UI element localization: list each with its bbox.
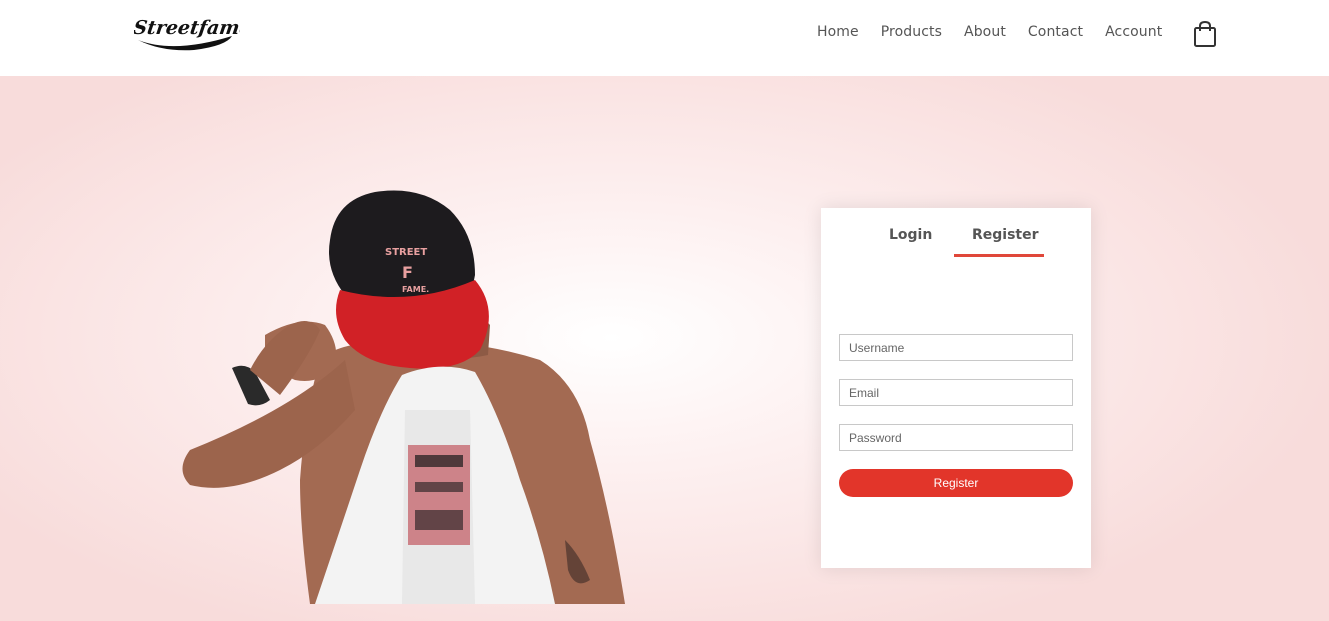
nav-contact[interactable]: Contact [1028, 24, 1083, 40]
svg-text:F: F [402, 263, 413, 282]
nav-account[interactable]: Account [1105, 24, 1162, 40]
site-header: Streetfame Home Products About Contact A… [0, 0, 1329, 76]
auth-tabs: Login Register [821, 208, 1091, 268]
email-input[interactable] [839, 379, 1073, 406]
brand-logo[interactable]: Streetfame [134, 10, 240, 52]
password-input[interactable] [839, 424, 1073, 451]
tab-login[interactable]: Login [889, 227, 932, 243]
shopping-bag-icon[interactable] [1193, 20, 1217, 48]
auth-form-card: Login Register Register [821, 208, 1091, 568]
nav-home[interactable]: Home [817, 24, 859, 40]
nav-about[interactable]: About [964, 24, 1006, 40]
register-button[interactable]: Register [839, 469, 1073, 497]
svg-text:FAME.: FAME. [402, 285, 429, 294]
main-nav: Home Products About Contact Account [806, 24, 1173, 40]
hero-model-image: STREET F FAME. [170, 110, 640, 604]
nav-products[interactable]: Products [881, 24, 942, 40]
svg-text:Streetfame: Streetfame [134, 16, 240, 39]
username-input[interactable] [839, 334, 1073, 361]
active-tab-indicator [954, 254, 1044, 257]
tab-register[interactable]: Register [972, 227, 1039, 243]
svg-text:STREET: STREET [385, 247, 427, 258]
